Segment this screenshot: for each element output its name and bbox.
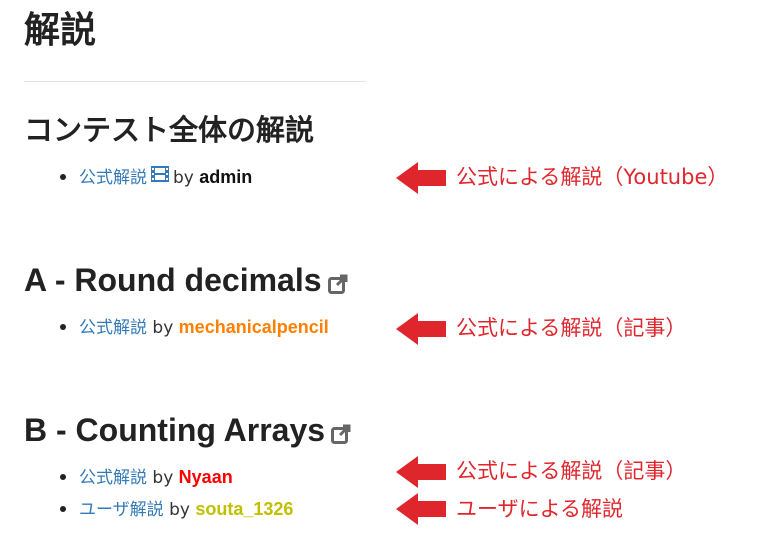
bullet bbox=[60, 506, 66, 512]
external-link-icon[interactable] bbox=[327, 263, 348, 303]
editorial-item-overall-official: 公式解説 by admin bbox=[60, 166, 252, 189]
annotation-official-youtube: 公式による解説（Youtube） bbox=[456, 165, 729, 189]
red-arrow-icon bbox=[396, 456, 446, 488]
annotation-official-article: 公式による解説（記事） bbox=[456, 459, 687, 483]
external-link-icon[interactable] bbox=[331, 413, 351, 453]
editorial-item-b-official: 公式解説 by Nyaan bbox=[60, 466, 233, 489]
user-link-nyaan[interactable]: Nyaan bbox=[179, 467, 233, 487]
bullet bbox=[60, 324, 66, 330]
section-title-text: B - Counting Arrays bbox=[24, 412, 326, 448]
red-arrow-icon bbox=[396, 162, 446, 194]
section-title-overall: コンテスト全体の解説 bbox=[24, 110, 314, 150]
film-icon[interactable] bbox=[151, 166, 169, 188]
section-title-text: A - Round decimals bbox=[24, 262, 322, 298]
section-title-text: コンテスト全体の解説 bbox=[24, 113, 315, 147]
page-title: 解説 bbox=[24, 10, 97, 51]
official-editorial-link[interactable]: 公式解説 bbox=[79, 468, 147, 488]
user-link-souta-1326[interactable]: souta_1326 bbox=[195, 499, 293, 519]
by-label: by bbox=[152, 468, 174, 488]
section-title-b: B - Counting Arrays bbox=[24, 410, 351, 453]
editorial-item-a-official: 公式解説 by mechanicalpencil bbox=[60, 316, 329, 339]
title-divider bbox=[24, 81, 366, 82]
official-editorial-link[interactable]: 公式解説 bbox=[79, 168, 147, 188]
by-label: by bbox=[152, 318, 174, 338]
annotation-official-article: 公式による解説（記事） bbox=[456, 316, 687, 340]
editorial-item-b-user: ユーザ解説 by souta_1326 bbox=[60, 498, 293, 521]
user-link-admin[interactable]: admin bbox=[199, 167, 252, 187]
annotation-user-editorial: ユーザによる解説 bbox=[456, 497, 623, 521]
by-label: by bbox=[173, 168, 194, 188]
red-arrow-icon bbox=[396, 493, 446, 525]
by-label: by bbox=[169, 500, 190, 520]
red-arrow-icon bbox=[396, 313, 446, 345]
user-editorial-link[interactable]: ユーザ解説 bbox=[79, 500, 164, 520]
user-link-mechanicalpencil[interactable]: mechanicalpencil bbox=[179, 317, 329, 337]
bullet bbox=[60, 474, 66, 480]
section-title-a: A - Round decimals bbox=[24, 260, 348, 303]
official-editorial-link[interactable]: 公式解説 bbox=[79, 318, 147, 338]
bullet bbox=[60, 174, 66, 180]
